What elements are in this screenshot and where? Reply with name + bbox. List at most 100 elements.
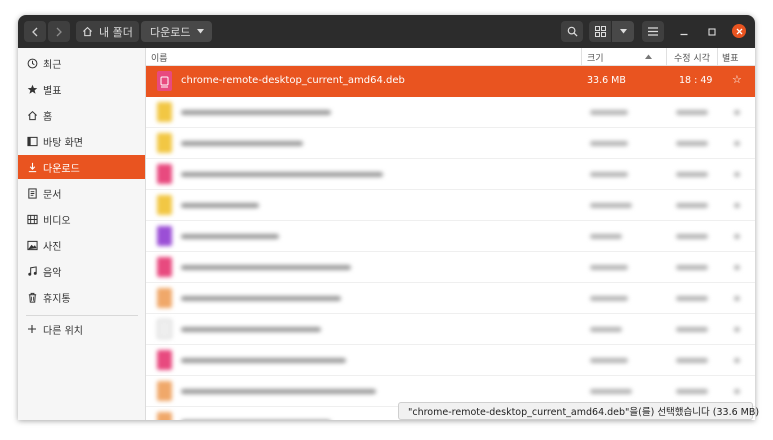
blurred-star[interactable]	[734, 265, 740, 270]
blurred-file-name	[181, 389, 376, 394]
star-icon	[26, 83, 38, 95]
sidebar-item-downloads[interactable]: 다운로드	[18, 155, 145, 179]
view-grid-button[interactable]	[589, 21, 611, 42]
sidebar-item-label: 사진	[43, 241, 62, 253]
caret-down-icon	[197, 29, 204, 34]
path-home-button[interactable]: 내 폴더	[76, 21, 139, 42]
search-button[interactable]	[561, 21, 583, 42]
blurred-star[interactable]	[734, 327, 740, 332]
sidebar-item-desktop[interactable]: 바탕 화면	[18, 129, 145, 153]
sidebar-item-pictures[interactable]: 사진	[18, 233, 145, 257]
maximize-icon	[708, 28, 716, 36]
table-row[interactable]	[146, 159, 755, 190]
column-name-header[interactable]: 이름	[151, 51, 168, 64]
blurred-file-size	[590, 265, 628, 270]
download-icon	[26, 161, 38, 173]
caret-down-icon	[619, 29, 627, 34]
path-current-label: 다운로드	[150, 25, 191, 39]
sidebar-item-label: 최근	[43, 59, 62, 71]
blurred-star[interactable]	[734, 358, 740, 363]
sidebar-item-home[interactable]: 홈	[18, 103, 145, 127]
sidebar-item-recent[interactable]: 최근	[18, 51, 145, 75]
sidebar-item-other-locations[interactable]: 다른 위치	[18, 317, 145, 341]
blurred-file-size	[590, 141, 628, 146]
column-separator	[666, 48, 667, 66]
table-row[interactable]	[146, 221, 755, 252]
blurred-file-name	[181, 141, 303, 146]
chevron-left-icon	[32, 27, 38, 36]
table-row[interactable]	[146, 97, 755, 128]
file-manager-window: 내 폴더 다운로드 최근 별표 홈 바탕 화면 다운로드 문서 비디오 사진 음…	[18, 15, 755, 420]
file-icon	[157, 257, 172, 277]
table-row[interactable]	[146, 283, 755, 314]
blurred-file-name	[181, 296, 341, 301]
blurred-file-modified	[676, 389, 708, 394]
blurred-file-size	[590, 358, 628, 363]
file-icon	[157, 350, 172, 370]
blurred-star[interactable]	[734, 110, 740, 115]
blurred-file-size	[590, 110, 628, 115]
blurred-file-name	[181, 203, 259, 208]
blurred-file-size	[590, 327, 622, 332]
file-size: 33.6 MB	[587, 75, 626, 86]
table-row[interactable]: chrome-remote-desktop_current_amd64.deb …	[146, 66, 755, 97]
blurred-file-modified	[676, 358, 708, 363]
minimize-icon	[680, 33, 688, 36]
file-list: 이름 크기 수정 시각 별표 chrome-remote-desktop_cur…	[146, 48, 755, 420]
sidebar: 최근 별표 홈 바탕 화면 다운로드 문서 비디오 사진 음악 휴지통 다른 위…	[18, 48, 146, 420]
blurred-file-name	[181, 172, 383, 177]
sidebar-item-starred[interactable]: 별표	[18, 77, 145, 101]
blurred-file-name	[181, 110, 331, 115]
blurred-star[interactable]	[734, 296, 740, 301]
status-text: "chrome-remote-desktop_current_amd64.deb…	[408, 407, 760, 418]
sidebar-item-label: 홈	[43, 111, 53, 123]
column-starred-header[interactable]: 별표	[722, 51, 739, 64]
table-row[interactable]	[146, 128, 755, 159]
minimize-button[interactable]	[677, 25, 691, 39]
sidebar-item-trash[interactable]: 휴지통	[18, 285, 145, 309]
sidebar-item-label: 다른 위치	[43, 325, 83, 337]
picture-icon	[26, 239, 38, 251]
close-button[interactable]	[732, 24, 746, 38]
file-icon	[157, 164, 172, 184]
document-icon	[26, 187, 38, 199]
blurred-star[interactable]	[734, 172, 740, 177]
blurred-file-modified	[676, 234, 708, 239]
sidebar-item-music[interactable]: 음악	[18, 259, 145, 283]
view-options-dropdown[interactable]	[612, 21, 634, 42]
sidebar-item-documents[interactable]: 문서	[18, 181, 145, 205]
file-icon	[157, 102, 172, 122]
sidebar-item-label: 음악	[43, 267, 62, 279]
table-row[interactable]	[146, 190, 755, 221]
blurred-star[interactable]	[734, 234, 740, 239]
close-icon	[736, 28, 742, 34]
blurred-file-name	[181, 234, 279, 239]
table-row[interactable]	[146, 252, 755, 283]
file-modified: 18 : 49	[679, 75, 713, 86]
selection-status-popup: "chrome-remote-desktop_current_amd64.deb…	[398, 402, 759, 420]
blurred-file-size	[590, 296, 628, 301]
column-size-header[interactable]: 크기	[587, 51, 604, 64]
table-row[interactable]	[146, 345, 755, 376]
back-button[interactable]	[24, 21, 46, 42]
sidebar-item-label: 다운로드	[43, 163, 80, 175]
forward-button[interactable]	[48, 21, 70, 42]
sidebar-item-label: 비디오	[43, 215, 71, 227]
blurred-star[interactable]	[734, 389, 740, 394]
table-row[interactable]	[146, 314, 755, 345]
blurred-file-modified	[676, 110, 708, 115]
sidebar-item-label: 문서	[43, 189, 62, 201]
maximize-button[interactable]	[705, 25, 719, 39]
sidebar-item-label: 휴지통	[43, 293, 71, 305]
blurred-star[interactable]	[734, 203, 740, 208]
sidebar-item-videos[interactable]: 비디오	[18, 207, 145, 231]
blurred-star[interactable]	[734, 141, 740, 146]
column-modified-header[interactable]: 수정 시각	[674, 51, 710, 64]
menu-button[interactable]	[642, 21, 664, 42]
file-icon	[157, 381, 172, 401]
path-current-button[interactable]: 다운로드	[141, 21, 212, 42]
star-outline-icon[interactable]: ☆	[732, 73, 742, 86]
file-name: chrome-remote-desktop_current_amd64.deb	[181, 75, 405, 86]
blurred-file-name	[181, 327, 321, 332]
blurred-file-modified	[676, 203, 708, 208]
